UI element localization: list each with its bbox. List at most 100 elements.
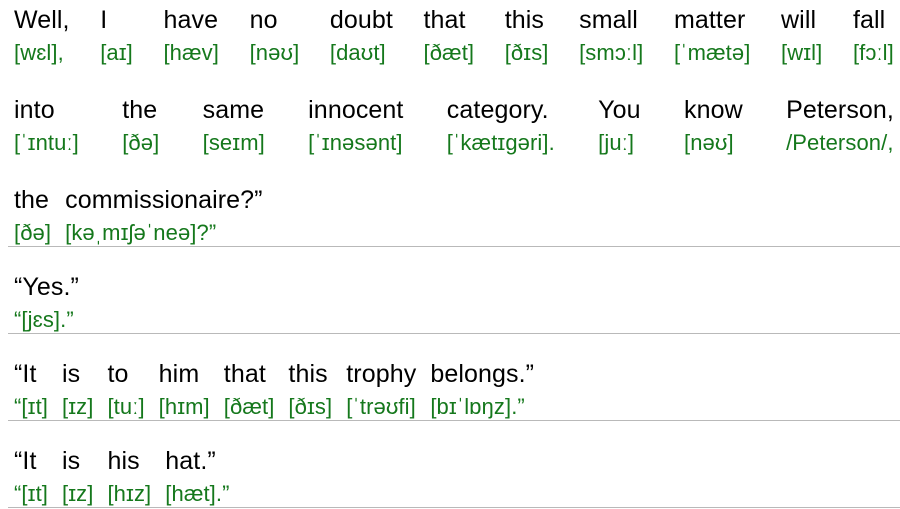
word-pair[interactable]: “Yes.” “[jɛs].”	[14, 270, 79, 335]
ipa-transcription: [aɪ]	[100, 40, 133, 65]
ipa-transcription: [ðə]	[14, 220, 52, 245]
word-pair[interactable]: him [hɪm]	[159, 357, 210, 422]
english-word: “Yes.”	[14, 273, 79, 301]
word-pair[interactable]: have [hæv]	[163, 3, 219, 68]
ipa-transcription: [ˈmætə]	[673, 40, 751, 65]
ipa-transcription: [wɪl]	[781, 40, 823, 65]
english-word: commissionaire?”	[65, 186, 263, 214]
ipa-transcription: [ˈɪntuː]	[14, 130, 79, 155]
word-pair[interactable]: will [wɪl]	[781, 3, 822, 68]
ipa-transcription: [tuː]	[107, 394, 145, 419]
word-pair[interactable]: “It “[ɪt]	[14, 357, 48, 422]
english-word: know	[683, 96, 743, 124]
word-pair[interactable]: know [nəʊ]	[684, 93, 743, 158]
ipa-transcription: “[jɛs].”	[14, 307, 74, 332]
interlinear-line-underlined: “It “[ɪt] is [ɪz] his [hɪz] hat.” [hæt].…	[0, 444, 900, 509]
english-word: “It	[14, 360, 37, 388]
word-pair[interactable]: the [ðə]	[14, 183, 51, 248]
document-page: Well, [wɛl], I [aɪ] have [hæv] no [nəʊ] …	[0, 0, 900, 509]
interlinear-line: into [ˈɪntuː] the [ðə] same [seɪm] innoc…	[0, 93, 900, 158]
word-pair[interactable]: matter [ˈmætə]	[674, 3, 751, 68]
word-pair[interactable]: hat.” [hæt].”	[165, 444, 229, 509]
english-word: the	[122, 96, 158, 124]
english-word: doubt	[329, 6, 393, 34]
english-word: Peterson,	[786, 96, 894, 124]
ipa-transcription: [ˈkætɪgəri].	[446, 130, 555, 155]
ipa-transcription: [ɪz]	[62, 481, 94, 506]
word-pair[interactable]: You [juː]	[598, 93, 641, 158]
ipa-transcription: [hæv]	[163, 40, 219, 65]
english-word: into	[14, 96, 55, 124]
word-pair[interactable]: the [ðə]	[122, 93, 159, 158]
ipa-transcription: [ɪz]	[62, 394, 94, 419]
english-word: is	[62, 447, 81, 475]
english-word: that	[223, 360, 266, 388]
ipa-transcription: [hɪz]	[107, 481, 152, 506]
word-pair[interactable]: category. [ˈkætɪgəri].	[447, 93, 555, 158]
ipa-transcription: [smɔːl]	[579, 40, 644, 65]
english-word: is	[62, 360, 81, 388]
ipa-transcription: [hɪm]	[158, 394, 210, 419]
english-word: will	[781, 6, 817, 34]
word-pair[interactable]: same [seɪm]	[203, 93, 265, 158]
english-word: fall	[852, 6, 886, 34]
ipa-transcription: [hæt].”	[165, 481, 230, 506]
word-pair[interactable]: Peterson, /Peterson/,	[786, 93, 894, 158]
word-pair[interactable]: this [ðɪs]	[505, 3, 549, 68]
word-pair[interactable]: is [ɪz]	[62, 444, 93, 509]
english-word: belongs.”	[430, 360, 535, 388]
english-word: same	[202, 96, 265, 124]
word-pair[interactable]: no [nəʊ]	[250, 3, 300, 68]
paragraph-block: “It “[ɪt] is [ɪz] to [tuː] him [hɪm] tha…	[0, 357, 900, 422]
english-word: category.	[446, 96, 549, 124]
word-pair[interactable]: his [hɪz]	[107, 444, 151, 509]
ipa-transcription: [ðɪs]	[504, 40, 549, 65]
ipa-transcription: [wɛl],	[14, 40, 64, 65]
english-word: him	[158, 360, 200, 388]
word-pair[interactable]: that [ðæt]	[424, 3, 475, 68]
interlinear-line: Well, [wɛl], I [aɪ] have [hæv] no [nəʊ] …	[0, 3, 900, 68]
paragraph-block: Well, [wɛl], I [aɪ] have [hæv] no [nəʊ] …	[0, 0, 900, 248]
ipa-transcription: [kəˌmɪʃəˈneə]?”	[65, 220, 217, 245]
english-word: “It	[14, 447, 37, 475]
english-word: to	[107, 360, 129, 388]
paragraph-block: “Yes.” “[jɛs].”	[0, 270, 900, 335]
english-word: have	[163, 6, 219, 34]
word-pair[interactable]: into [ˈɪntuː]	[14, 93, 79, 158]
ipa-transcription: [ðɪs]	[288, 394, 333, 419]
english-word: innocent	[308, 96, 404, 124]
word-pair[interactable]: Well, [wɛl],	[14, 3, 70, 68]
ipa-transcription: [bɪˈlɒŋz].”	[430, 394, 525, 419]
english-word: You	[598, 96, 641, 124]
word-pair[interactable]: innocent [ˈɪnəsənt]	[308, 93, 403, 158]
english-word: Well,	[14, 6, 70, 34]
word-pair[interactable]: fall [fɔːl]	[853, 3, 894, 68]
english-word: small	[579, 6, 638, 34]
word-pair[interactable]: this [ðɪs]	[288, 357, 332, 422]
word-pair[interactable]: I [aɪ]	[100, 3, 133, 68]
ipa-transcription: [nəʊ]	[683, 130, 734, 155]
word-pair[interactable]: “It “[ɪt]	[14, 444, 48, 509]
word-pair[interactable]: commissionaire?” [kəˌmɪʃəˈneə]?”	[65, 183, 263, 248]
interlinear-line-underlined: the [ðə] commissionaire?” [kəˌmɪʃəˈneə]?…	[0, 183, 900, 248]
ipa-transcription: [ˈtrəʊfi]	[346, 394, 416, 419]
word-pair[interactable]: trophy [ˈtrəʊfi]	[346, 357, 416, 422]
word-pair[interactable]: belongs.” [bɪˈlɒŋz].”	[430, 357, 534, 422]
word-pair[interactable]: doubt [daʊt]	[330, 3, 393, 68]
ipa-transcription: [fɔːl]	[852, 40, 894, 65]
english-word: I	[100, 6, 108, 34]
word-pair[interactable]: small [smɔːl]	[579, 3, 643, 68]
ipa-transcription: [ðə]	[122, 130, 160, 155]
english-word: no	[249, 6, 278, 34]
word-pair[interactable]: to [tuː]	[107, 357, 144, 422]
word-pair[interactable]: that [ðæt]	[224, 357, 275, 422]
english-word: his	[107, 447, 140, 475]
ipa-transcription: /Peterson/,	[786, 130, 894, 155]
ipa-transcription: “[ɪt]	[14, 481, 48, 506]
english-word: this	[504, 6, 545, 34]
word-pair[interactable]: is [ɪz]	[62, 357, 93, 422]
ipa-transcription: [ˈɪnəsənt]	[308, 130, 403, 155]
